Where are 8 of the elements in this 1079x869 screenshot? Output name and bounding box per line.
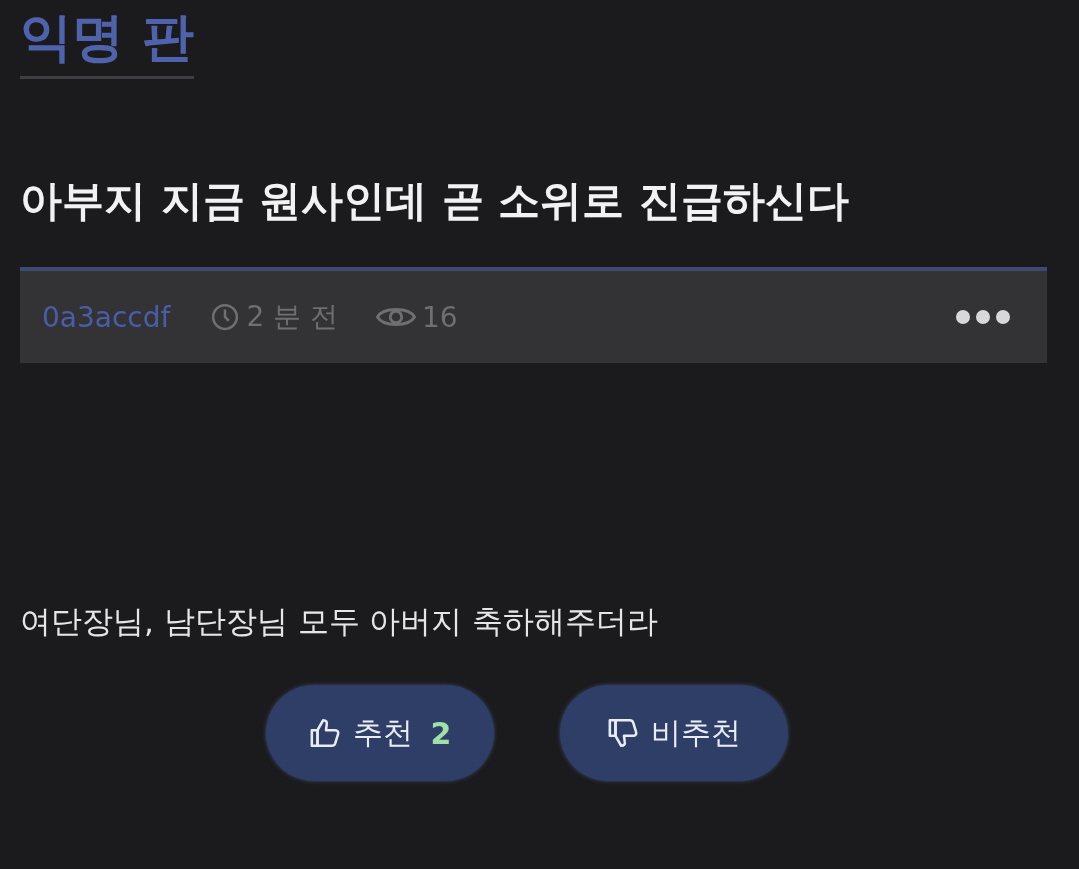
post-time: 2 분 전	[246, 299, 338, 335]
recommend-button[interactable]: 추천 2	[266, 685, 494, 781]
not-recommend-button[interactable]: 비추천	[560, 685, 788, 781]
post-title: 아부지 지금 원사인데 곧 소위로 진급하신다	[20, 175, 851, 227]
more-options-icon[interactable]	[955, 309, 1011, 325]
clock-icon	[210, 302, 241, 332]
post-body: 여단장님, 남단장님 모두 아버지 축하해주더라	[20, 602, 660, 641]
view-count: 16	[422, 300, 458, 334]
